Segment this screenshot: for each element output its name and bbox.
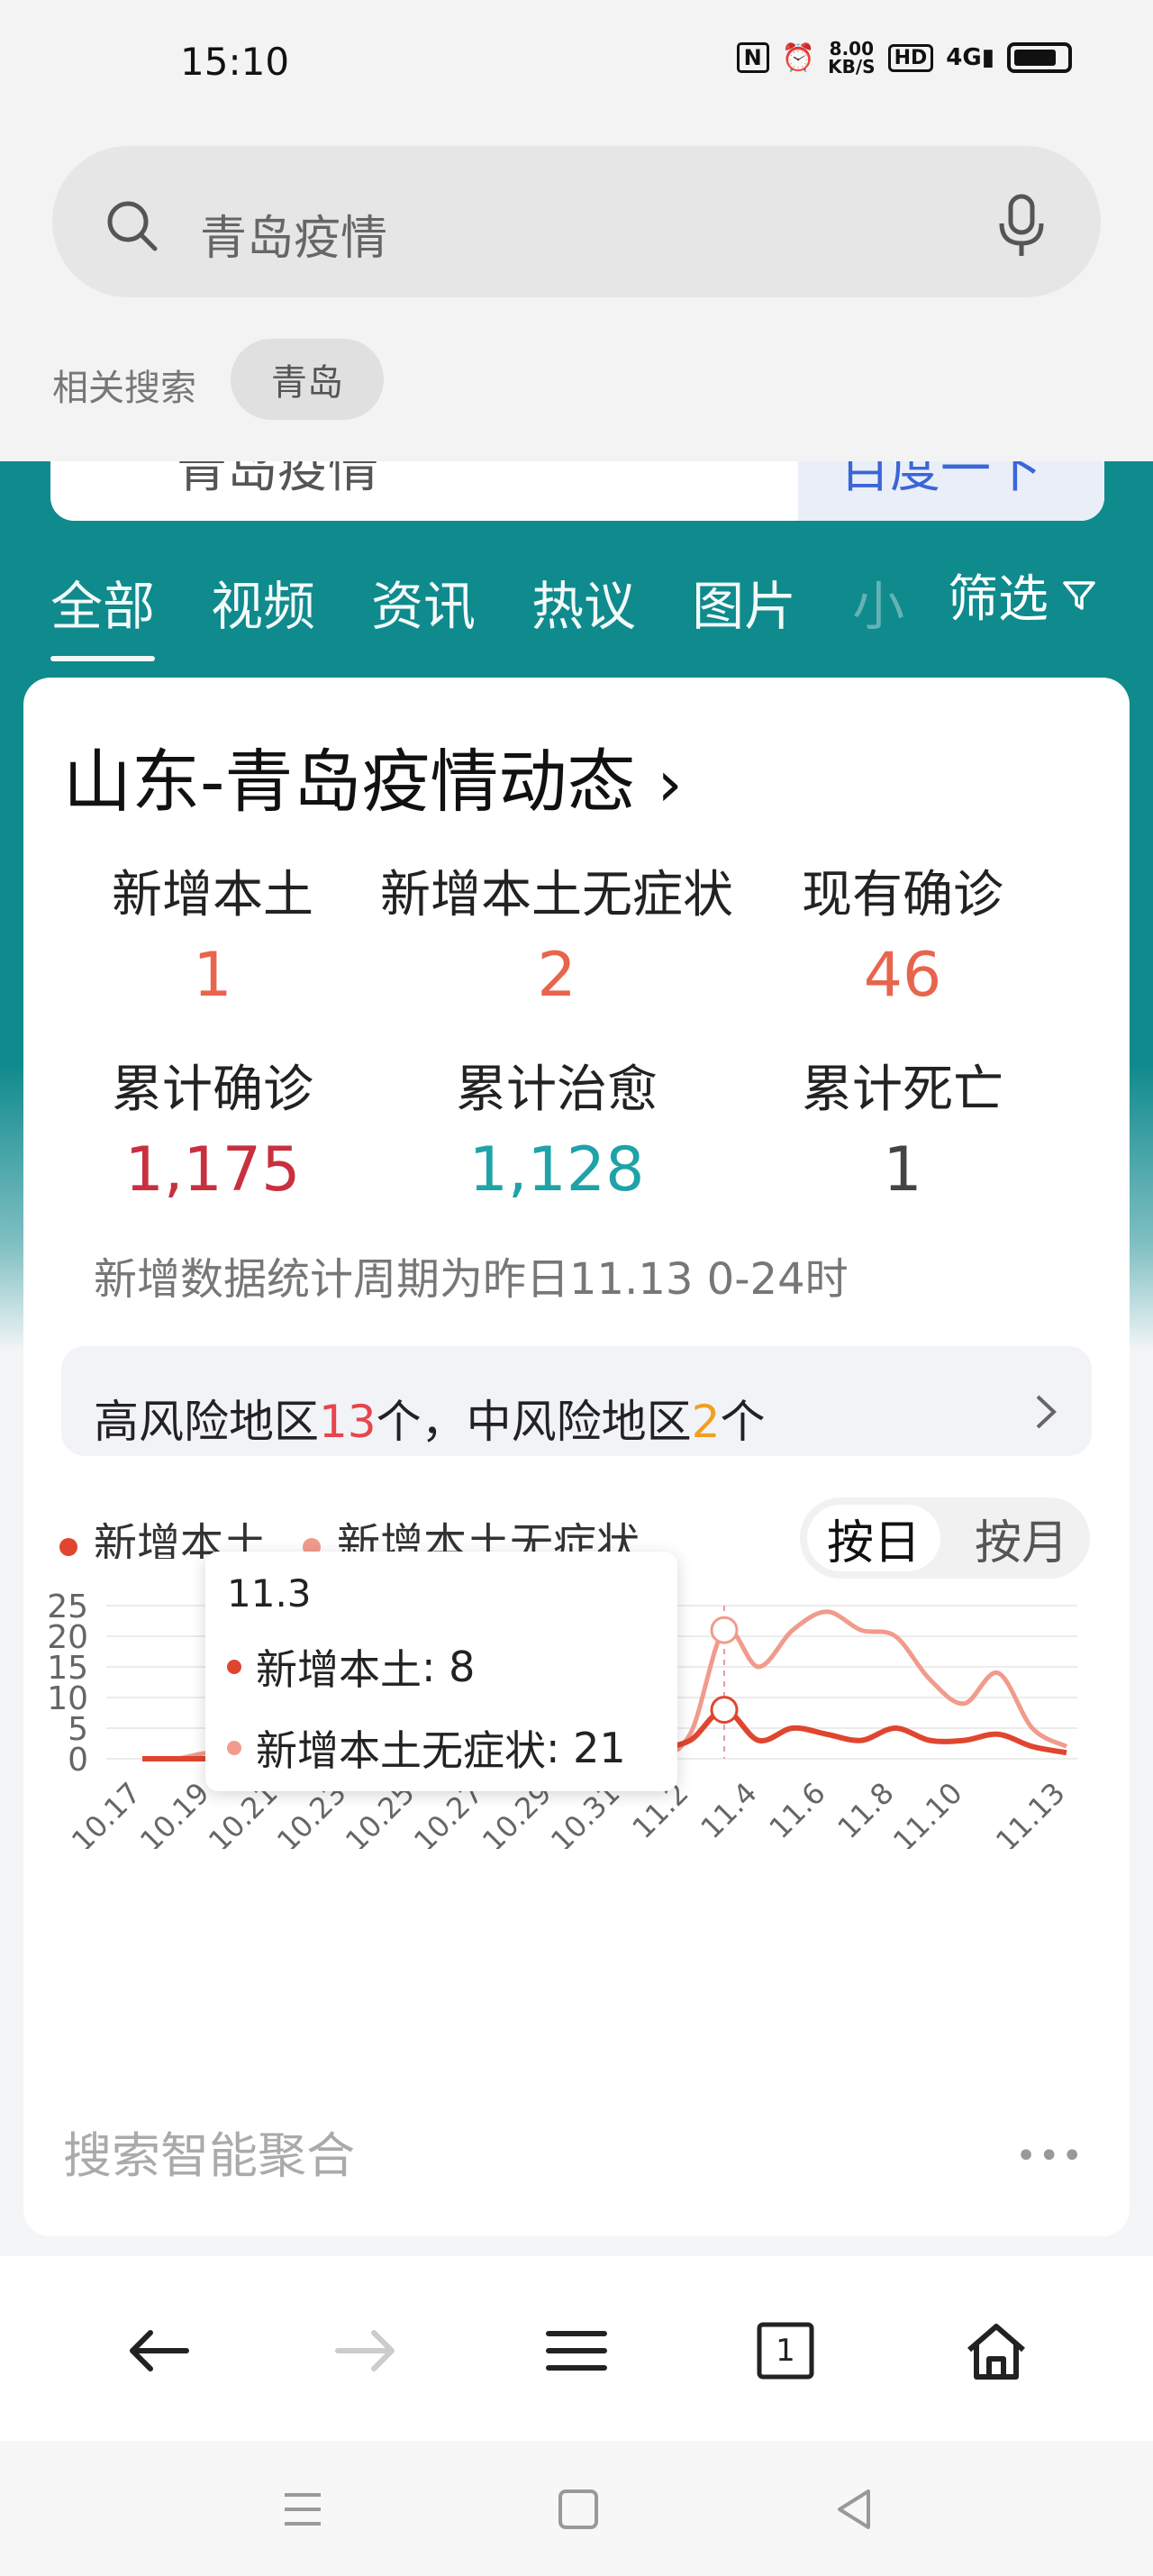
- toggle-by-day[interactable]: 按日: [807, 1505, 940, 1571]
- chevron-right-icon: ›: [657, 747, 683, 821]
- baidu-search-button[interactable]: 百度一下: [798, 461, 1104, 521]
- chart-tooltip: 11.3 新增本土: 8 新增本土无症状: 21: [205, 1552, 677, 1791]
- tab-all[interactable]: 全部: [50, 564, 156, 661]
- stat-value: 1,128: [468, 1134, 645, 1206]
- top-search-panel: 青岛疫情 相关搜索 青岛: [0, 135, 1153, 461]
- tooltip-row: 新增本土无症状: 21: [227, 1718, 656, 1778]
- card-title: 山东-青岛疫情动态: [63, 742, 636, 822]
- filter-label: 筛选: [948, 570, 1049, 629]
- data-period-note: 新增数据统计周期为昨日11.13 0-24时: [94, 1254, 849, 1305]
- arrow-left-icon: [130, 2330, 189, 2371]
- tabs-count: 1: [776, 2333, 795, 2369]
- search-icon: [107, 201, 158, 251]
- risk-area-banner[interactable]: 高风险地区13个，中风险地区2个: [61, 1346, 1092, 1456]
- epidemic-card: 山东-青岛疫情动态 › 新增本土 1 新增本土无症状 2 现有确诊 46 累计确…: [23, 678, 1130, 2236]
- related-search-chip[interactable]: 青岛: [231, 339, 384, 420]
- stat-label: 累计确诊: [112, 1060, 313, 1119]
- menu-icon: [546, 2331, 607, 2371]
- tooltip-title: 11.3: [227, 1571, 312, 1616]
- tab-news[interactable]: 资讯: [371, 564, 476, 640]
- x-tick-label: 11.10: [886, 1776, 969, 1849]
- x-tick-label: 11.13: [989, 1776, 1072, 1849]
- stat-label: 新增本土无症状: [380, 866, 733, 924]
- network-speed: 8.00 KB/S: [828, 38, 876, 77]
- card-title-link[interactable]: 山东-青岛疫情动态 ›: [63, 726, 683, 825]
- status-time: 15:10: [180, 40, 290, 84]
- tabs-button[interactable]: 1: [749, 2319, 822, 2382]
- stat-total-confirmed: 累计确诊 1,175: [23, 1049, 402, 1206]
- search-input[interactable]: 青岛疫情: [52, 146, 1101, 297]
- filter-button[interactable]: 筛选: [948, 559, 1097, 632]
- status-bar: 15:10 N ⏰ 8.00 KB/S HD 4G▮: [0, 0, 1153, 135]
- stat-label: 现有确诊: [802, 866, 1003, 924]
- stat-value: 2: [537, 940, 576, 1011]
- stat-new-asymptomatic: 新增本土无症状 2: [368, 854, 746, 1011]
- medium-risk-count: 2: [691, 1396, 721, 1448]
- battery-icon: [1007, 42, 1072, 73]
- stat-current-confirmed: 现有确诊 46: [713, 854, 1092, 1011]
- stat-new-local: 新增本土 1: [23, 854, 402, 1011]
- stat-value: 1: [883, 1134, 922, 1206]
- result-tabs: 全部 视频 资讯 热议 图片 小: [50, 564, 904, 661]
- smart-aggregation-label: 搜索智能聚合: [63, 2127, 355, 2184]
- more-options-icon[interactable]: •••: [1015, 2135, 1085, 2177]
- signal-icon: 4G▮: [946, 44, 994, 71]
- x-tick-label: 11.4: [694, 1776, 763, 1845]
- toggle-by-month[interactable]: 按月: [958, 1505, 1085, 1571]
- related-search-label: 相关搜索: [52, 368, 196, 409]
- forward-button[interactable]: [330, 2319, 402, 2382]
- nfc-icon: N: [736, 42, 769, 73]
- menu-button[interactable]: [540, 2319, 613, 2382]
- back-button[interactable]: [123, 2319, 195, 2382]
- highlight-point: [710, 1696, 739, 1725]
- x-tick-label: 10.19: [133, 1776, 216, 1849]
- search-query: 青岛疫情: [200, 212, 388, 266]
- system-back-icon[interactable]: [829, 2484, 879, 2535]
- page-search-bar[interactable]: 青岛疫情 百度一下: [50, 461, 1104, 521]
- stat-value: 1,175: [124, 1134, 301, 1206]
- stat-total-deaths: 累计死亡 1: [713, 1049, 1092, 1206]
- chevron-right-icon: [1036, 1395, 1057, 1429]
- status-icons: N ⏰ 8.00 KB/S HD 4G▮: [736, 38, 1072, 77]
- y-tick-label: 25: [47, 1588, 88, 1625]
- stat-label: 新增本土: [112, 866, 313, 924]
- tab-discussion[interactable]: 热议: [531, 564, 636, 640]
- alarm-icon: ⏰: [781, 41, 816, 74]
- tab-video[interactable]: 视频: [211, 564, 315, 640]
- high-risk-count: 13: [319, 1396, 377, 1448]
- arrow-right-icon: [335, 2330, 395, 2371]
- tab-more[interactable]: 小: [852, 564, 904, 640]
- tooltip-row: 新增本土: 8: [227, 1637, 656, 1697]
- home-button[interactable]: [960, 2319, 1032, 2382]
- risk-area-text: 高风险地区13个，中风险地区2个: [94, 1396, 766, 1448]
- browser-nav-bar: 1: [0, 2256, 1153, 2441]
- stat-value: 46: [863, 940, 942, 1011]
- home-icon: [967, 2324, 1025, 2380]
- system-home-icon[interactable]: [553, 2484, 604, 2535]
- system-nav-bar: [0, 2441, 1153, 2576]
- stat-label: 累计治愈: [456, 1060, 658, 1119]
- x-tick-label: 11.6: [762, 1776, 831, 1845]
- page-search-text: 青岛疫情: [177, 461, 378, 499]
- hd-badge: HD: [887, 43, 934, 72]
- stat-value: 1: [193, 940, 232, 1011]
- period-toggle: 按日 按月: [800, 1497, 1090, 1579]
- stat-label: 累计死亡: [802, 1060, 1003, 1119]
- highlight-point: [710, 1616, 739, 1644]
- x-tick-label: 10.17: [65, 1776, 148, 1849]
- stat-total-cured: 累计治愈 1,128: [368, 1049, 746, 1206]
- tab-images[interactable]: 图片: [692, 564, 796, 640]
- filter-icon: [1063, 580, 1095, 610]
- microphone-icon[interactable]: [996, 193, 1047, 258]
- recent-apps-icon[interactable]: [277, 2484, 328, 2535]
